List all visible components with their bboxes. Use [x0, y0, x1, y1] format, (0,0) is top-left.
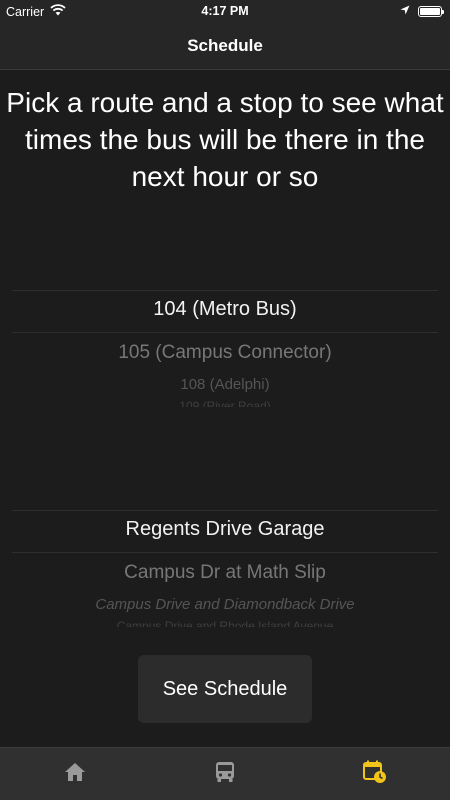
- calendar-clock-icon: [363, 760, 387, 789]
- tab-schedule[interactable]: [361, 760, 389, 788]
- instructions-text: Pick a route and a stop to see what time…: [6, 87, 444, 192]
- stop-option[interactable]: Campus Drive and Rhode Island Avenue: [12, 619, 438, 627]
- page-title: Schedule: [187, 35, 263, 55]
- tab-home[interactable]: [61, 760, 89, 788]
- stop-option[interactable]: Campus Dr at Math Slip: [12, 562, 438, 584]
- route-option[interactable]: 105 (Campus Connector): [12, 342, 438, 364]
- route-option[interactable]: 108 (Adelphi): [12, 376, 438, 393]
- picker-separator: [12, 510, 438, 511]
- location-arrow-icon: [400, 4, 410, 18]
- route-picker-selected[interactable]: 104 (Metro Bus): [12, 298, 438, 321]
- status-time: 4:17 PM: [201, 4, 249, 18]
- picker-separator: [12, 290, 438, 291]
- battery-icon: [418, 5, 444, 17]
- route-option[interactable]: 109 (River Road): [12, 399, 438, 407]
- navigation-bar: Schedule: [0, 22, 450, 70]
- see-schedule-button[interactable]: See Schedule: [138, 655, 312, 723]
- picker-separator: [12, 552, 438, 553]
- status-right: [400, 4, 444, 18]
- route-picker[interactable]: 104 (Metro Bus) 105 (Campus Connector) 1…: [12, 290, 438, 410]
- bus-icon: [215, 761, 235, 788]
- picker-separator: [12, 332, 438, 333]
- stop-picker-selected[interactable]: Regents Drive Garage: [12, 518, 438, 541]
- stop-picker[interactable]: Regents Drive Garage Campus Dr at Math S…: [12, 510, 438, 630]
- schedule-content: Pick a route and a stop to see what time…: [0, 70, 450, 747]
- status-bar: Carrier 4:17 PM: [0, 0, 450, 22]
- home-icon: [64, 762, 86, 787]
- tab-bus[interactable]: [211, 760, 239, 788]
- tab-bar: [0, 747, 450, 800]
- stop-option[interactable]: Campus Drive and Diamondback Drive: [12, 596, 438, 613]
